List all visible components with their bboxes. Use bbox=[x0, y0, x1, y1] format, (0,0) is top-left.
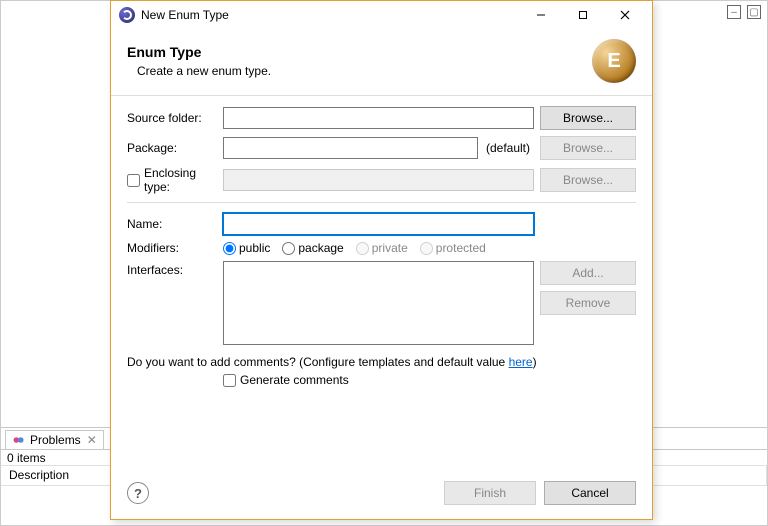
add-interface-button[interactable]: Add... bbox=[540, 261, 636, 285]
enclosing-type-checkbox[interactable] bbox=[127, 174, 140, 187]
page-title: Enum Type bbox=[127, 44, 592, 60]
enum-badge-icon: E bbox=[592, 39, 636, 83]
problems-icon bbox=[12, 433, 26, 447]
main-window-controls: ‒ ▢ bbox=[727, 5, 761, 19]
cancel-button[interactable]: Cancel bbox=[544, 481, 636, 505]
label-package: Package: bbox=[127, 141, 223, 155]
browse-package-button[interactable]: Browse... bbox=[540, 136, 636, 160]
enum-badge-letter: E bbox=[607, 50, 620, 73]
label-interfaces: Interfaces: bbox=[127, 261, 223, 277]
remove-interface-button[interactable]: Remove bbox=[540, 291, 636, 315]
modifiers-group: public package private protected bbox=[223, 241, 486, 255]
modifier-protected: protected bbox=[420, 241, 486, 255]
row-package: Package: (default) Browse... bbox=[127, 136, 636, 160]
row-enclosing-type: Enclosing type: Browse... bbox=[127, 166, 636, 194]
close-button[interactable] bbox=[604, 2, 646, 28]
configure-templates-link[interactable]: here bbox=[509, 355, 533, 369]
label-enclosing-type: Enclosing type: bbox=[144, 166, 223, 194]
eclipse-icon bbox=[119, 7, 135, 23]
tab-problems-label: Problems bbox=[30, 433, 81, 447]
label-modifiers: Modifiers: bbox=[127, 241, 223, 255]
row-modifiers: Modifiers: public package private protec… bbox=[127, 241, 636, 255]
maximize-button[interactable] bbox=[562, 2, 604, 28]
modifier-public[interactable]: public bbox=[223, 241, 270, 255]
source-folder-input[interactable] bbox=[223, 107, 534, 129]
comments-question-prefix: Do you want to add comments? (Configure … bbox=[127, 355, 509, 369]
form-body: Source folder: Browse... Package: (defau… bbox=[111, 96, 652, 471]
row-interfaces: Interfaces: Add... Remove bbox=[127, 261, 636, 345]
comments-question: Do you want to add comments? (Configure … bbox=[127, 355, 636, 369]
minimize-button[interactable] bbox=[520, 2, 562, 28]
name-input[interactable] bbox=[223, 213, 534, 235]
maximize-icon[interactable]: ▢ bbox=[747, 5, 761, 19]
help-icon[interactable]: ? bbox=[127, 482, 149, 504]
interfaces-listbox[interactable] bbox=[223, 261, 534, 345]
package-default-hint: (default) bbox=[482, 141, 534, 155]
row-source-folder: Source folder: Browse... bbox=[127, 106, 636, 130]
browse-source-folder-button[interactable]: Browse... bbox=[540, 106, 636, 130]
label-name: Name: bbox=[127, 217, 223, 231]
dialog-titlebar[interactable]: New Enum Type bbox=[111, 1, 652, 29]
dialog-window-title: New Enum Type bbox=[141, 8, 520, 22]
modifier-private: private bbox=[356, 241, 408, 255]
generate-comments-label: Generate comments bbox=[240, 373, 349, 387]
comments-question-suffix: ) bbox=[533, 355, 537, 369]
dialog-footer: ? Finish Cancel bbox=[111, 471, 652, 519]
section-divider bbox=[127, 202, 636, 203]
dialog-header: Enum Type Create a new enum type. E bbox=[111, 29, 652, 96]
minimize-icon[interactable]: ‒ bbox=[727, 5, 741, 19]
tab-problems[interactable]: Problems ✕ bbox=[5, 430, 104, 449]
package-input[interactable] bbox=[223, 137, 478, 159]
modifier-package[interactable]: package bbox=[282, 241, 343, 255]
enclosing-type-input bbox=[223, 169, 534, 191]
page-subtitle: Create a new enum type. bbox=[137, 64, 592, 78]
tab-close-icon[interactable]: ✕ bbox=[85, 433, 97, 447]
generate-comments-checkbox[interactable] bbox=[223, 374, 236, 387]
finish-button[interactable]: Finish bbox=[444, 481, 536, 505]
row-name: Name: bbox=[127, 213, 636, 235]
label-source-folder: Source folder: bbox=[127, 111, 223, 125]
browse-enclosing-type-button[interactable]: Browse... bbox=[540, 168, 636, 192]
new-enum-dialog: New Enum Type Enum Type Create a new enu… bbox=[110, 0, 653, 520]
